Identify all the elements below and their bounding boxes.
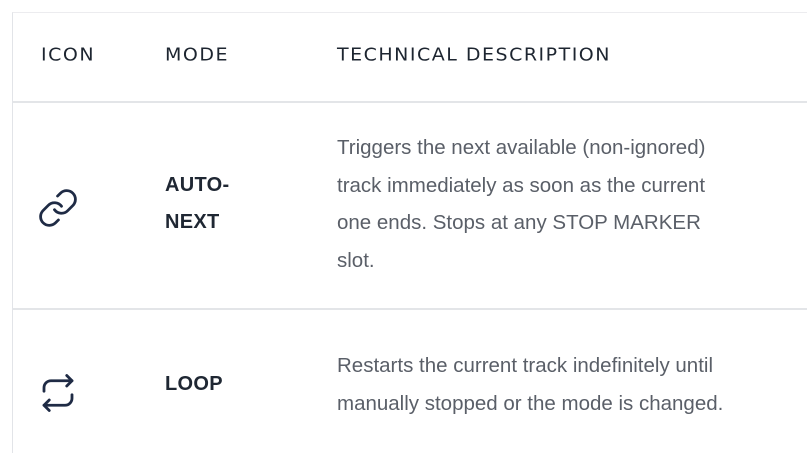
description-line: Restarts the current track indefinitely … xyxy=(337,354,713,377)
mode-label: AUTO- NEXT xyxy=(165,167,275,241)
column-header-icon: ICON xyxy=(41,45,96,66)
description-line: track immediately as soon as the current xyxy=(337,173,706,197)
column-header-description: TECHNICAL DESCRIPTION xyxy=(337,45,611,66)
description-line: manually stopped or the mode is changed. xyxy=(337,391,724,415)
mode-label-line: AUTO- xyxy=(165,174,230,196)
column-header-mode: MODE xyxy=(165,45,229,66)
mode-label-line: LOOP xyxy=(165,373,223,395)
table-header: ICON MODE TECHNICAL DESCRIPTION xyxy=(13,13,807,103)
mode-description: Restarts the current track indefinitely … xyxy=(337,347,807,422)
table-row: LOOP Restarts the current track indefini… xyxy=(13,310,807,460)
description-line: Triggers the next available (non-ignored… xyxy=(337,136,706,159)
repeat-icon xyxy=(37,372,79,414)
table-row: AUTO- NEXT Triggers the next available (… xyxy=(13,103,807,310)
link-icon xyxy=(37,187,79,229)
description-line: slot. xyxy=(337,248,375,272)
mode-label: LOOP xyxy=(165,366,275,403)
mode-label-line: NEXT xyxy=(165,211,220,233)
mode-description: Triggers the next available (non-ignored… xyxy=(337,129,807,279)
description-line: one ends. Stops at any STOP MARKER xyxy=(337,211,701,234)
modes-table: ICON MODE TECHNICAL DESCRIPTION AUTO- NE… xyxy=(12,12,807,453)
